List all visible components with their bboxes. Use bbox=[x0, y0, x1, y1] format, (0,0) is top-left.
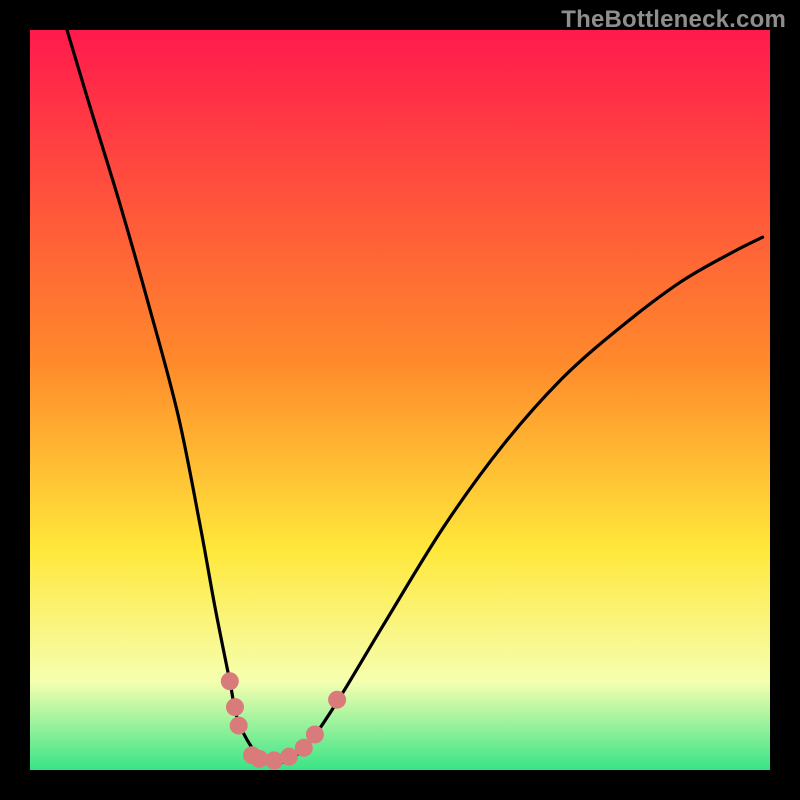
data-marker bbox=[230, 717, 248, 735]
gradient-bg bbox=[30, 30, 770, 770]
data-marker bbox=[306, 725, 324, 743]
data-marker bbox=[328, 691, 346, 709]
plot-svg bbox=[30, 30, 770, 770]
data-marker bbox=[221, 672, 239, 690]
watermark-text: TheBottleneck.com bbox=[561, 6, 786, 34]
plot-area bbox=[30, 30, 770, 770]
chart-frame: TheBottleneck.com bbox=[0, 0, 800, 800]
data-marker bbox=[226, 698, 244, 716]
